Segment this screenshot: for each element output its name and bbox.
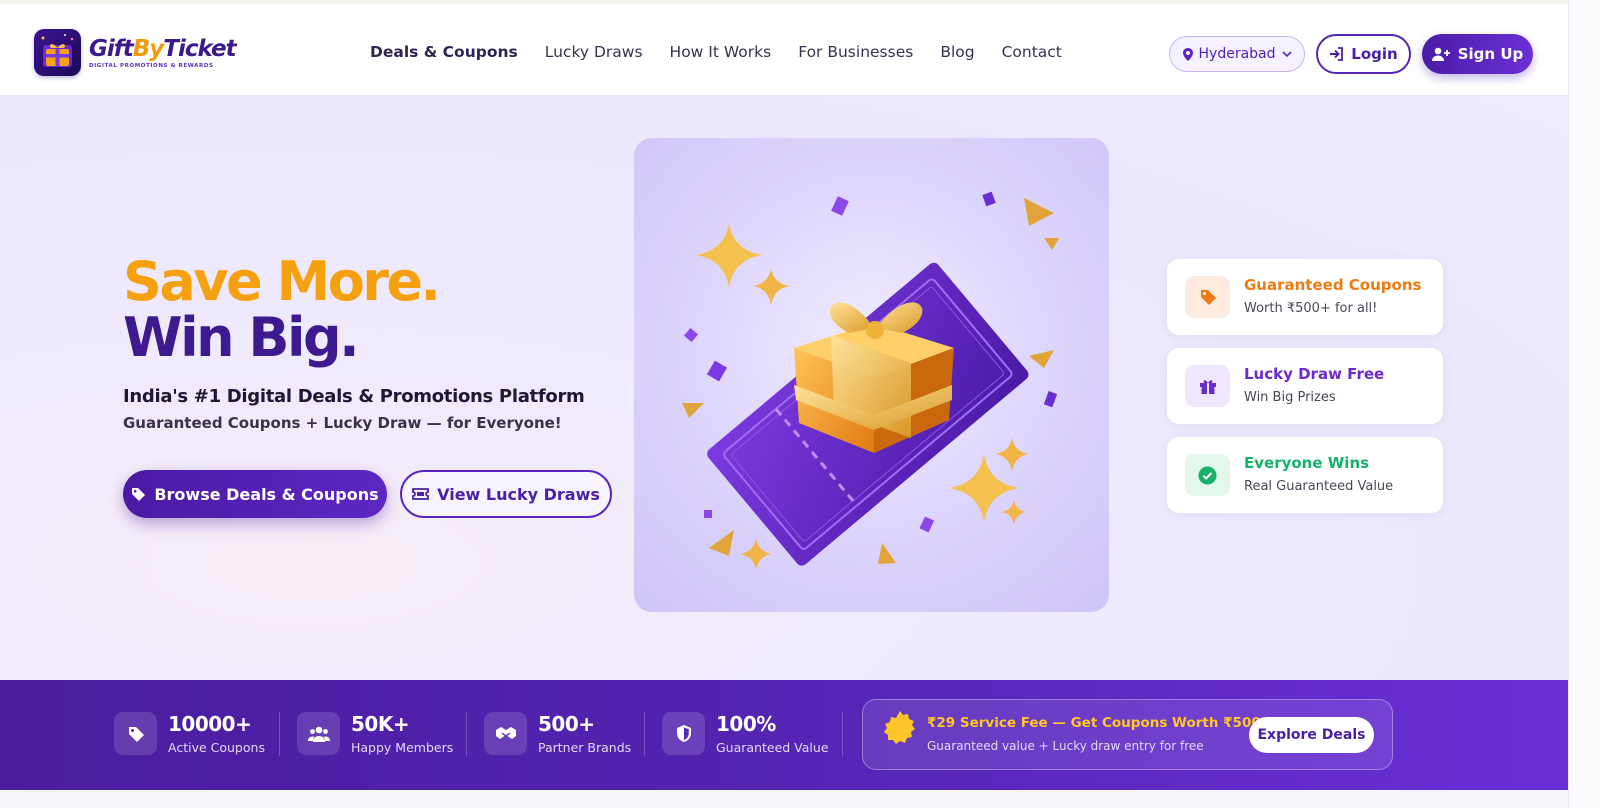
stat-value: 500+ [538, 712, 595, 736]
login-icon [1330, 47, 1344, 61]
service-fee-promo: ₹29 Service Fee — Get Coupons Worth ₹500… [862, 699, 1393, 770]
hero-tagline: Guaranteed Coupons + Lucky Draw — for Ev… [123, 414, 562, 432]
hero-illustration [634, 138, 1109, 612]
stat-value: 10000+ [168, 712, 252, 736]
window-bottom-edge [0, 790, 1568, 808]
stat-divider [466, 712, 467, 756]
check-circle-icon [1185, 454, 1230, 496]
browse-deals-label: Browse Deals & Coupons [154, 484, 379, 504]
tag-icon [1185, 276, 1230, 318]
brand-tagline: DIGITAL PROMOTIONS & REWARDS [89, 62, 214, 69]
shield-icon [662, 712, 705, 755]
nav-blog[interactable]: Blog [940, 43, 974, 61]
nav-how-it-works[interactable]: How It Works [670, 43, 772, 61]
promo-subtitle: Guaranteed value + Lucky draw entry for … [927, 739, 1204, 753]
browse-deals-button[interactable]: Browse Deals & Coupons [123, 470, 387, 518]
feature-card-everyone-wins: Everyone Wins Real Guaranteed Value [1167, 437, 1443, 513]
window-scrollbar[interactable] [1568, 0, 1600, 808]
feature-subtitle: Win Big Prizes [1244, 390, 1336, 405]
signup-label: Sign Up [1457, 45, 1524, 63]
nav-lucky-draws[interactable]: Lucky Draws [545, 43, 643, 61]
main-nav: Deals & Coupons Lucky Draws How It Works… [370, 28, 1089, 76]
stats-bar: 10000+ Active Coupons 50K+ Happy Members… [0, 680, 1568, 790]
stat-label: Partner Brands [538, 740, 632, 755]
tag-icon [132, 487, 146, 501]
stat-label: Active Coupons [168, 740, 265, 755]
gift-icon [1185, 365, 1230, 407]
stat-divider [644, 712, 645, 756]
stat-label: Guaranteed Value [716, 740, 829, 755]
feature-title: Everyone Wins [1244, 454, 1370, 472]
gift-ticket-logo-icon [34, 28, 81, 76]
feature-subtitle: Worth ₹500+ for all! [1244, 301, 1378, 316]
stat-label: Happy Members [351, 740, 454, 755]
stat-value: 50K+ [351, 712, 410, 736]
feature-subtitle: Real Guaranteed Value [1244, 479, 1394, 494]
view-lucky-draws-button[interactable]: View Lucky Draws [400, 470, 612, 518]
nav-for-businesses[interactable]: For Businesses [798, 43, 913, 61]
explore-deals-button[interactable]: Explore Deals [1249, 717, 1374, 753]
stat-divider [279, 712, 280, 756]
nav-deals-coupons[interactable]: Deals & Coupons [370, 43, 518, 61]
feature-title: Lucky Draw Free [1244, 365, 1385, 383]
city-selector[interactable]: Hyderabad [1169, 36, 1305, 72]
hero-subtitle: India's #1 Digital Deals & Promotions Pl… [123, 386, 585, 407]
stat-divider [842, 712, 843, 756]
promo-title: ₹29 Service Fee — Get Coupons Worth ₹500… [927, 715, 1279, 731]
tag-icon [114, 712, 157, 755]
user-plus-icon [1431, 47, 1450, 61]
gift-box-ticket-illustration [682, 191, 1059, 570]
brand-name: GiftByTicket [89, 35, 237, 62]
ticket-icon [412, 488, 430, 500]
map-pin-icon [1182, 47, 1193, 61]
site-header: GiftByTicket DIGITAL PROMOTIONS & REWARD… [0, 4, 1568, 96]
feature-card-lucky-draw: Lucky Draw Free Win Big Prizes [1167, 348, 1443, 424]
signup-button[interactable]: Sign Up [1422, 34, 1533, 74]
users-icon [297, 712, 340, 755]
login-button[interactable]: Login [1316, 34, 1411, 74]
nav-contact[interactable]: Contact [1002, 43, 1062, 61]
feature-title: Guaranteed Coupons [1244, 276, 1422, 294]
hero-title-line-2: Win Big. [123, 306, 360, 369]
view-lucky-draws-label: View Lucky Draws [437, 484, 600, 504]
hero-title-line-1: Save More. [123, 250, 441, 313]
login-label: Login [1351, 45, 1398, 63]
brand-logo[interactable]: GiftByTicket DIGITAL PROMOTIONS & REWARD… [34, 28, 237, 76]
stat-value: 100% [716, 712, 776, 736]
chevron-down-icon [1281, 50, 1292, 57]
feature-card-guaranteed-coupons: Guaranteed Coupons Worth ₹500+ for all! [1167, 259, 1443, 335]
hero-title: Save More. Win Big. [123, 250, 441, 369]
badge-seal-icon [884, 711, 915, 744]
city-label: Hyderabad [1198, 46, 1276, 62]
handshake-icon [484, 712, 527, 755]
